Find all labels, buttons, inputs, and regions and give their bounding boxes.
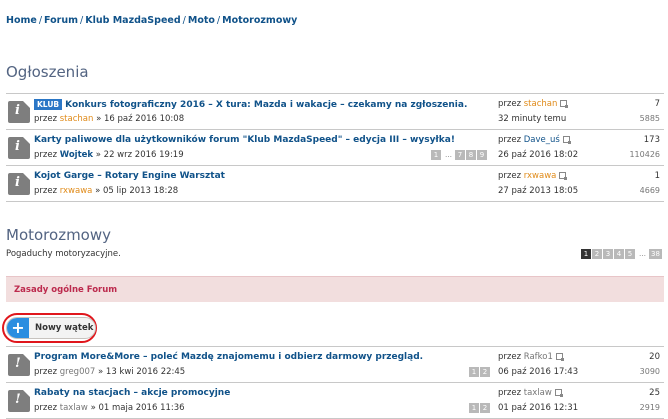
breadcrumb-moto[interactable]: Moto — [188, 15, 215, 26]
author-link[interactable]: stachan — [60, 114, 94, 124]
view-count: 4669 — [639, 186, 660, 195]
announcement-row: i Karty paliwowe dla użytkowników forum … — [6, 130, 664, 166]
klub-tag: KLUB — [34, 99, 63, 110]
topic-meta: przez Wojtek » 22 wrz 2016 19:19 — [34, 150, 184, 160]
last-post-date: 27 paź 2013 18:05 — [498, 186, 579, 196]
topic-read-icon: ! — [8, 354, 30, 376]
page-link[interactable]: 2 — [480, 367, 490, 377]
topic-title-link[interactable]: Program More&More – poleć Mazdę znajomem… — [34, 352, 423, 362]
breadcrumb-separator: / — [216, 15, 221, 26]
author-link[interactable]: greg007 — [60, 367, 96, 377]
forum-rules-bar[interactable]: Zasady ogólne Forum — [6, 276, 664, 302]
forum-rules-link[interactable]: Zasady ogólne Forum — [14, 285, 117, 295]
page-link[interactable]: 1 — [431, 150, 441, 160]
last-post-date: 32 minuty temu — [498, 114, 567, 124]
topic-row: ! Program More&More – poleć Mazdę znajom… — [6, 347, 664, 383]
last-post-date: 01 paź 2016 12:31 — [498, 403, 579, 413]
page-link[interactable]: 9 — [477, 150, 487, 160]
last-post-author: przez Rafko1 — [498, 352, 564, 362]
forum-heading: Motorozmowy — [6, 226, 111, 244]
breadcrumb-separator: / — [182, 15, 186, 26]
goto-last-post-icon[interactable] — [554, 389, 563, 397]
breadcrumb: Home / Forum / Klub MazdaSpeed / Moto / Motorozm… — [6, 15, 297, 26]
topic-list: ! Program More&More – poleć Mazdę znajom… — [6, 346, 664, 419]
breadcrumb-forum[interactable]: Forum — [44, 15, 78, 26]
last-post-date: 26 paź 2016 18:02 — [498, 150, 579, 160]
author-link[interactable]: Wojtek — [60, 150, 93, 160]
last-post-date: 06 paź 2016 17:43 — [498, 367, 579, 377]
breadcrumb-home[interactable]: Home — [6, 15, 37, 26]
page-link[interactable]: 7 — [455, 150, 465, 160]
announcement-icon: i — [8, 137, 30, 159]
goto-last-post-icon[interactable] — [559, 172, 568, 180]
page-link[interactable]: 38 — [649, 249, 662, 259]
reply-count: 1 — [654, 171, 660, 181]
view-count: 110426 — [629, 150, 660, 159]
topic-meta: przez stachan » 16 paź 2016 10:08 — [34, 114, 185, 124]
reply-count: 173 — [643, 135, 660, 145]
breadcrumb-separator: / — [38, 15, 43, 26]
breadcrumb-klub[interactable]: Klub MazdaSpeed — [85, 15, 180, 26]
last-author-link[interactable]: taxlaw — [524, 388, 552, 398]
last-author-link[interactable]: rxwawa — [524, 171, 557, 181]
last-author-link[interactable]: stachan — [524, 99, 558, 109]
topic-meta: przez taxlaw » 01 maja 2016 11:36 — [34, 403, 185, 413]
topic-pagination: 1… 7 8 9 — [431, 150, 488, 160]
goto-last-post-icon[interactable] — [562, 136, 571, 144]
announcement-icon: i — [8, 173, 30, 195]
breadcrumb-motorozmowy[interactable]: Motorozmowy — [222, 15, 297, 26]
reply-count: 20 — [649, 352, 660, 362]
view-count: 3090 — [639, 367, 660, 376]
reply-count: 25 — [649, 388, 660, 398]
topic-meta: przez rxwawa » 05 lip 2013 18:28 — [34, 186, 179, 196]
topic-pagination: 12 — [469, 367, 491, 377]
page-link[interactable]: 5 — [625, 249, 635, 259]
announcement-row: i KLUB Konkurs fotograficzny 2016 – X tur… — [6, 94, 664, 130]
announcements-heading: Ogłoszenia — [6, 63, 89, 81]
page-link[interactable]: 8 — [466, 150, 476, 160]
page-link[interactable]: 1 — [469, 403, 479, 413]
page-current: 1 — [581, 249, 591, 259]
topic-meta: przez greg007 » 13 kwi 2016 22:45 — [34, 367, 186, 377]
forum-description: Pogaduchy motoryzacyjne. — [6, 249, 121, 259]
last-post-author: przez taxlaw — [498, 388, 563, 398]
announcement-icon: i — [8, 101, 30, 123]
reply-count: 7 — [654, 99, 660, 109]
view-count: 2919 — [639, 403, 660, 412]
page-link[interactable]: 1 — [469, 367, 479, 377]
topic-read-icon: ! — [8, 390, 30, 412]
view-count: 5885 — [639, 114, 660, 123]
page-link[interactable]: 3 — [603, 249, 613, 259]
new-topic-label: Nowy wątek — [35, 323, 94, 333]
topic-pagination: 12 — [469, 403, 491, 413]
last-author-link[interactable]: Dave_uś — [524, 135, 560, 145]
author-link[interactable]: taxlaw — [60, 403, 88, 413]
author-link[interactable]: rxwawa — [60, 186, 93, 196]
goto-last-post-icon[interactable] — [555, 353, 564, 361]
page-link[interactable]: 2 — [592, 249, 602, 259]
announcements-list: i KLUB Konkurs fotograficzny 2016 – X tur… — [6, 93, 664, 202]
forum-pagination: 1 2 3 4 5… 38 — [581, 249, 663, 259]
new-topic-button[interactable]: + Nowy wątek — [6, 317, 96, 339]
last-post-author: przez stachan — [498, 99, 569, 109]
last-author-link[interactable]: Rafko1 — [524, 352, 553, 362]
topic-title-link[interactable]: Konkurs fotograficzny 2016 – X tura: Maz… — [65, 100, 467, 110]
last-post-author: przez Dave_uś — [498, 135, 571, 145]
breadcrumb-separator: / — [80, 15, 84, 26]
page-link[interactable]: 4 — [614, 249, 624, 259]
goto-last-post-icon[interactable] — [560, 100, 569, 108]
last-post-author: przez rxwawa — [498, 171, 568, 181]
announcement-row: i Kojot Garge – Rotary Engine Warsztat p… — [6, 166, 664, 202]
plus-icon: + — [7, 318, 29, 338]
topic-title-link[interactable]: Kojot Garge – Rotary Engine Warsztat — [34, 171, 225, 181]
topic-title-link[interactable]: Rabaty na stacjach – akcje promocyjne — [34, 388, 230, 398]
page-link[interactable]: 2 — [480, 403, 490, 413]
topic-title-link[interactable]: Karty paliwowe dla użytkowników forum "K… — [34, 135, 455, 145]
topic-row: ! Rabaty na stacjach – akcje promocyjne … — [6, 383, 664, 419]
